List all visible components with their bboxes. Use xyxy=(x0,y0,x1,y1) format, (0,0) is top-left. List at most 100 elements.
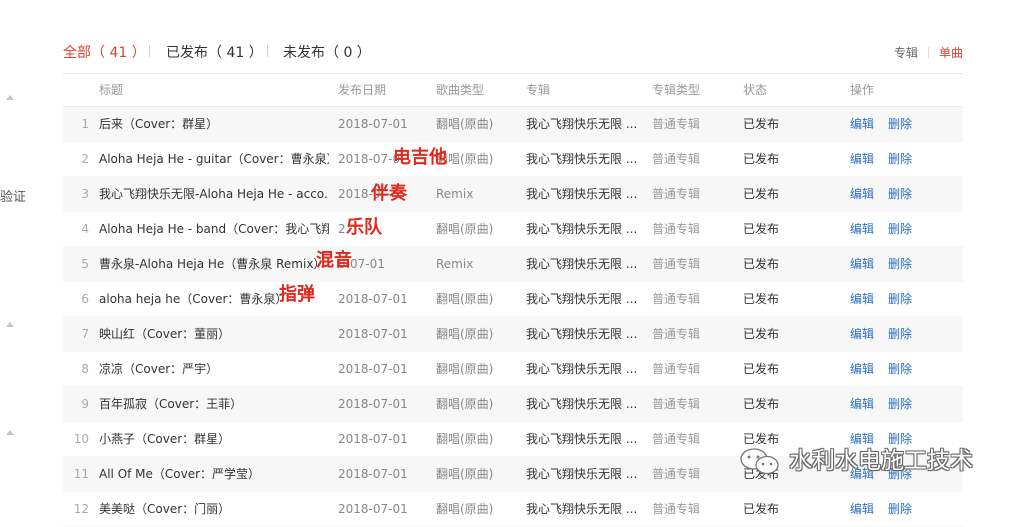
row-album-type: 普通专辑 xyxy=(652,187,701,201)
view-divider xyxy=(927,47,929,58)
row-title: aloha heja he（Cover：曹永泉） xyxy=(99,292,288,306)
row-album: 我心飞翔快乐无限 ... xyxy=(526,222,638,236)
header-index xyxy=(63,74,89,106)
row-release-date: 2018-0 xyxy=(338,187,381,201)
row-status: 已发布 xyxy=(743,117,780,131)
row-album: 我心飞翔快乐无限 ... xyxy=(526,397,638,411)
edit-button[interactable]: 编辑 xyxy=(850,362,874,376)
row-genre: 翻唱(原曲) xyxy=(436,292,494,306)
row-album: 我心飞翔快乐无限 ... xyxy=(526,327,638,341)
edit-button[interactable]: 编辑 xyxy=(850,432,874,446)
row-index: 5 xyxy=(81,257,89,271)
row-release-date: 2018-07-0 xyxy=(338,152,401,166)
view-toggle: 专辑 单曲 xyxy=(894,44,963,61)
delete-button[interactable]: 删除 xyxy=(888,187,912,201)
row-album-type: 普通专辑 xyxy=(652,362,701,376)
table-row: 5 曹永泉-Aloha Heja He（曹永泉 Remix） 8-07-01 Remi… xyxy=(63,247,963,282)
delete-button[interactable]: 删除 xyxy=(888,397,912,411)
delete-button[interactable]: 删除 xyxy=(888,362,912,376)
scroll-up-arrow-icon[interactable] xyxy=(6,95,14,100)
row-index: 9 xyxy=(81,397,89,411)
filter-bar: 全部（ 41 ） 已发布（ 41 ） 未发布（ 0 ） 专辑 单曲 xyxy=(63,42,963,64)
row-status: 已发布 xyxy=(743,222,780,236)
row-title: 后来（Cover：群星） xyxy=(99,117,219,131)
tab-unpublished[interactable]: 未发布（ 0 ） xyxy=(283,42,371,62)
edit-button[interactable]: 编辑 xyxy=(850,117,874,131)
table-row: 10 小燕子（Cover：群星） 2018-07-01 翻唱(原曲) 我心飞翔快乐无限 … xyxy=(63,422,963,457)
row-album-type: 普通专辑 xyxy=(652,292,701,306)
edit-button[interactable]: 编辑 xyxy=(850,292,874,306)
tab-divider xyxy=(149,45,150,57)
row-title: 我心飞翔快乐无限-Aloha Heja He - acco... xyxy=(99,187,329,201)
tab-published-label: 已发布 xyxy=(166,45,208,61)
delete-button[interactable]: 删除 xyxy=(888,502,912,516)
left-panel-partial-label: 验证 xyxy=(0,190,27,205)
row-index: 3 xyxy=(81,187,89,201)
scroll-up-arrow-icon[interactable] xyxy=(6,430,14,435)
delete-button[interactable]: 删除 xyxy=(888,467,912,481)
row-album: 我心飞翔快乐无限 ... xyxy=(526,432,638,446)
row-index: 11 xyxy=(73,467,89,481)
view-album-button[interactable]: 专辑 xyxy=(894,46,918,60)
row-title: 百年孤寂（Cover：王菲） xyxy=(99,397,243,411)
delete-button[interactable]: 删除 xyxy=(888,222,912,236)
row-release-date: 2018-07-01 xyxy=(338,467,408,481)
delete-button[interactable]: 删除 xyxy=(888,432,912,446)
delete-button[interactable]: 删除 xyxy=(888,152,912,166)
edit-button[interactable]: 编辑 xyxy=(850,152,874,166)
row-index: 7 xyxy=(81,327,89,341)
table-row: 6 aloha heja he（Cover：曹永泉） 2018-07-01 翻唱(原曲… xyxy=(63,282,963,317)
edit-button[interactable]: 编辑 xyxy=(850,327,874,341)
row-status: 已发布 xyxy=(743,467,780,481)
row-release-date: 2018-07-01 xyxy=(338,292,408,306)
header-album-type: 专辑类型 xyxy=(652,83,701,97)
row-album: 我心飞翔快乐无限 ... xyxy=(526,117,638,131)
tab-published-count: （ 41 ） xyxy=(208,45,263,61)
row-status: 已发布 xyxy=(743,187,780,201)
row-actions: 编辑 删除 xyxy=(850,247,960,281)
row-album: 我心飞翔快乐无限 ... xyxy=(526,152,638,166)
row-genre: Remix xyxy=(436,187,474,201)
edit-button[interactable]: 编辑 xyxy=(850,467,874,481)
row-release-date: 2018-07-01 xyxy=(338,117,408,131)
row-genre: 翻唱(原曲) xyxy=(436,502,494,516)
delete-button[interactable]: 删除 xyxy=(888,292,912,306)
tab-all-label: 全部 xyxy=(63,45,91,61)
row-index: 4 xyxy=(81,222,89,236)
scroll-up-arrow-icon[interactable] xyxy=(6,322,14,327)
left-panel-edge: 验证 xyxy=(0,0,40,505)
row-release-date: 2018-07-01 xyxy=(338,362,408,376)
tab-divider xyxy=(267,45,268,57)
row-actions: 编辑 删除 xyxy=(850,352,960,386)
table-row: 8 凉凉（Cover：严宇） 2018-07-01 翻唱(原曲) 我心飞翔快乐无限 ..… xyxy=(63,352,963,387)
row-index: 12 xyxy=(73,502,89,516)
row-genre: 翻唱(原曲) xyxy=(436,327,494,341)
row-status: 已发布 xyxy=(743,432,780,446)
delete-button[interactable]: 删除 xyxy=(888,327,912,341)
row-title: 映山红（Cover：董丽） xyxy=(99,327,231,341)
row-genre: 翻唱(原曲) xyxy=(436,222,494,236)
row-album: 我心飞翔快乐无限 ... xyxy=(526,187,638,201)
delete-button[interactable]: 删除 xyxy=(888,257,912,271)
edit-button[interactable]: 编辑 xyxy=(850,187,874,201)
row-actions: 编辑 删除 xyxy=(850,317,960,351)
delete-button[interactable]: 删除 xyxy=(888,117,912,131)
row-album: 我心飞翔快乐无限 ... xyxy=(526,467,638,481)
edit-button[interactable]: 编辑 xyxy=(850,397,874,411)
edit-button[interactable]: 编辑 xyxy=(850,502,874,516)
view-single-button[interactable]: 单曲 xyxy=(939,46,963,60)
edit-button[interactable]: 编辑 xyxy=(850,257,874,271)
edit-button[interactable]: 编辑 xyxy=(850,222,874,236)
row-album-type: 普通专辑 xyxy=(652,117,701,131)
row-album-type: 普通专辑 xyxy=(652,502,701,516)
row-album-type: 普通专辑 xyxy=(652,327,701,341)
row-index: 6 xyxy=(81,292,89,306)
row-release-date: 2018-07-01 xyxy=(338,432,408,446)
row-genre: 翻唱(原曲) xyxy=(436,397,494,411)
tab-published[interactable]: 已发布（ 41 ） xyxy=(166,42,263,62)
tab-all[interactable]: 全部（ 41 ） xyxy=(63,42,146,62)
header-status: 状态 xyxy=(743,83,768,97)
table-header: 标题 发布日期 歌曲类型 专辑 专辑类型 状态 操作 xyxy=(63,73,963,107)
row-release-date: 2018-07-01 xyxy=(338,327,408,341)
header-album: 专辑 xyxy=(526,83,551,97)
